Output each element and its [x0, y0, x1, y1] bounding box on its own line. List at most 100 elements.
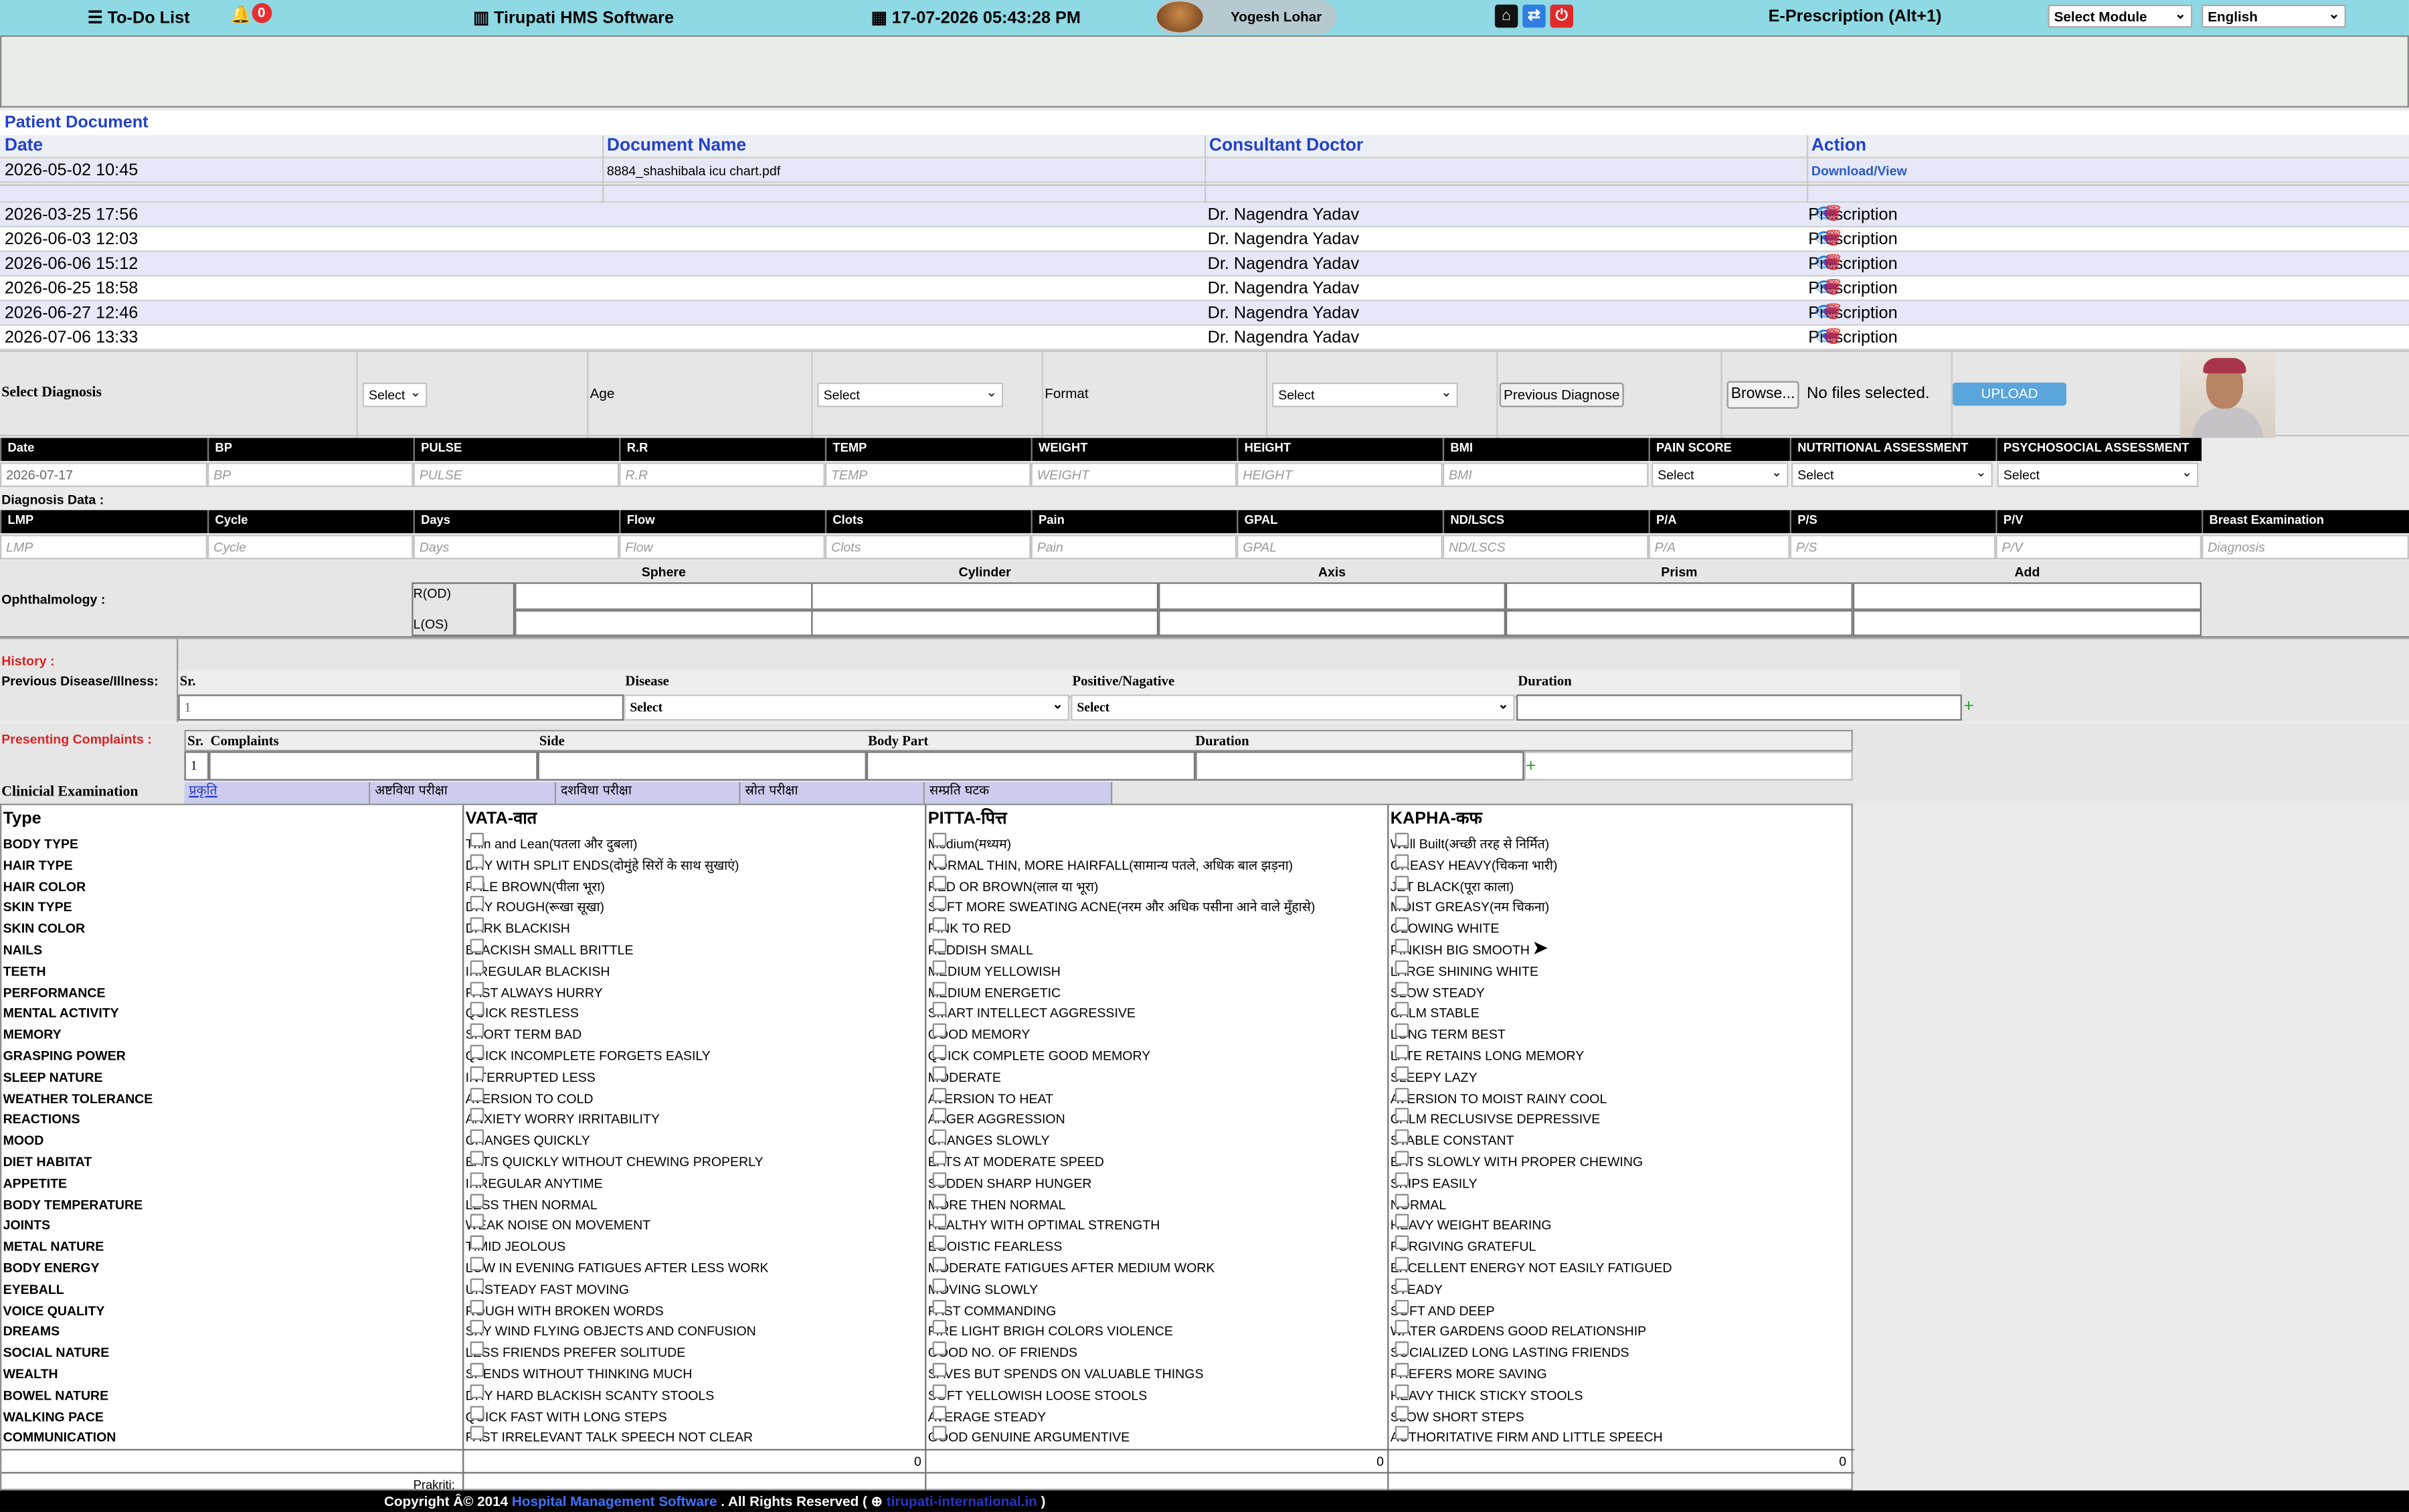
pain-score-select[interactable]: Select	[1652, 461, 1789, 488]
delete-icon[interactable]: 🗑	[1823, 301, 1843, 326]
diagnosis-select[interactable]: Select	[362, 381, 428, 407]
prakriti-checkbox[interactable]	[932, 1320, 947, 1335]
ophthalmology-rod-input[interactable]	[1158, 582, 1506, 610]
gyn-input[interactable]: P/V	[1995, 535, 2202, 559]
prakriti-checkbox[interactable]	[1395, 1171, 1409, 1186]
prakriti-checkbox[interactable]	[470, 1341, 484, 1356]
delete-icon[interactable]: 🗑	[1823, 203, 1843, 227]
language-select[interactable]: English	[2202, 3, 2346, 28]
prakriti-checkbox[interactable]	[1395, 1108, 1409, 1123]
gyn-input[interactable]: GPAL	[1237, 535, 1443, 559]
tab-dashavidha[interactable]: दशविधा परीक्षा	[556, 782, 741, 804]
prakriti-checkbox[interactable]	[1395, 1087, 1409, 1101]
footer-site-link[interactable]: tirupati-international.in	[887, 1493, 1037, 1509]
prakriti-checkbox[interactable]	[470, 939, 484, 953]
ophthalmology-los-input[interactable]	[1158, 609, 1506, 636]
todo-link[interactable]: ☰ To-Do List	[88, 7, 190, 28]
complaint-duration-input[interactable]	[1195, 751, 1524, 781]
prakriti-checkbox[interactable]	[470, 832, 484, 847]
prakriti-checkbox[interactable]	[1395, 981, 1409, 996]
prakriti-checkbox[interactable]	[932, 981, 947, 996]
tab-samprati[interactable]: सम्प्रति घटक	[925, 782, 1113, 804]
prakriti-checkbox[interactable]	[1395, 1426, 1409, 1440]
prakriti-checkbox[interactable]	[470, 1426, 484, 1440]
switch-icon[interactable]: ⇄	[1522, 4, 1546, 28]
gyn-input[interactable]: P/A	[1648, 535, 1790, 559]
prakriti-checkbox[interactable]	[932, 875, 947, 889]
prakriti-checkbox[interactable]	[932, 1426, 947, 1440]
bmi-input[interactable]: BMI	[1442, 462, 1649, 488]
prakriti-checkbox[interactable]	[1395, 959, 1409, 974]
footer-link[interactable]: Hospital Management Software	[512, 1493, 717, 1509]
prakriti-checkbox[interactable]	[1395, 939, 1409, 953]
prakriti-checkbox[interactable]	[1395, 1129, 1409, 1144]
prakriti-checkbox[interactable]	[932, 1405, 947, 1420]
prakriti-checkbox[interactable]	[470, 1214, 484, 1228]
prakriti-checkbox[interactable]	[1395, 1235, 1409, 1250]
history-sr-input[interactable]: 1	[178, 694, 624, 721]
prakriti-checkbox[interactable]	[470, 1363, 484, 1377]
prakriti-checkbox[interactable]	[470, 981, 484, 996]
module-select[interactable]: Select Module	[2048, 3, 2193, 28]
eprescription-link[interactable]: E-Prescription (Alt+1)	[1769, 7, 1942, 26]
prakriti-checkbox[interactable]	[470, 1108, 484, 1123]
prakriti-checkbox[interactable]	[932, 1044, 947, 1059]
gyn-input[interactable]: Flow	[619, 535, 825, 559]
delete-icon[interactable]: 🗑	[1823, 276, 1843, 301]
prakriti-checkbox[interactable]	[1395, 1151, 1409, 1165]
prakriti-checkbox[interactable]	[470, 1044, 484, 1059]
prakriti-checkbox[interactable]	[1395, 1024, 1409, 1038]
browse-button[interactable]: Browse...	[1726, 381, 1799, 409]
gyn-input[interactable]: LMP	[0, 535, 207, 559]
prakriti-checkbox[interactable]	[932, 1235, 947, 1250]
ophthalmology-rod-input[interactable]	[811, 582, 1159, 610]
prakriti-checkbox[interactable]	[932, 1278, 947, 1293]
prakriti-checkbox[interactable]	[932, 1256, 947, 1271]
prakriti-checkbox[interactable]	[470, 959, 484, 974]
delete-icon[interactable]: 🗑	[1823, 227, 1843, 252]
prakriti-checkbox[interactable]	[470, 1256, 484, 1271]
prakriti-checkbox[interactable]	[1395, 1278, 1409, 1293]
upload-button[interactable]: UPLOAD	[1953, 382, 2066, 406]
height-input[interactable]: HEIGHT	[1237, 462, 1443, 488]
prakriti-checkbox[interactable]	[470, 1087, 484, 1101]
prakriti-checkbox[interactable]	[1395, 1066, 1409, 1080]
power-icon[interactable]: ⏻	[1550, 4, 1574, 28]
prakriti-checkbox[interactable]	[470, 1002, 484, 1017]
format-select[interactable]: Select	[1272, 381, 1458, 407]
prakriti-checkbox[interactable]	[1395, 1193, 1409, 1208]
posneg-select[interactable]: Select	[1071, 693, 1515, 721]
prakriti-checkbox[interactable]	[932, 959, 947, 974]
prakriti-checkbox[interactable]	[1395, 1299, 1409, 1313]
prakriti-checkbox[interactable]	[1395, 1405, 1409, 1420]
ophthalmology-los-input[interactable]	[515, 609, 813, 636]
tab-prakriti[interactable]: प्रकृति	[184, 782, 371, 804]
ophthalmology-rod-input[interactable]	[1852, 582, 2202, 610]
prakriti-checkbox[interactable]	[1395, 832, 1409, 847]
prakriti-checkbox[interactable]	[470, 1129, 484, 1144]
prakriti-checkbox[interactable]	[1395, 896, 1409, 911]
prakriti-checkbox[interactable]	[470, 1235, 484, 1250]
prakriti-checkbox[interactable]	[932, 1341, 947, 1356]
complaint-input[interactable]	[209, 751, 538, 781]
tab-ashtavidha[interactable]: अष्टविधा परीक्षा	[370, 782, 557, 804]
gyn-input[interactable]: Days	[413, 535, 620, 559]
body-part-input[interactable]	[866, 751, 1196, 781]
prakriti-checkbox[interactable]	[932, 917, 947, 932]
prakriti-checkbox[interactable]	[932, 832, 947, 847]
ophthalmology-los-input[interactable]	[1505, 609, 1853, 636]
pulse-input[interactable]: PULSE	[413, 462, 620, 488]
prakriti-checkbox[interactable]	[932, 1151, 947, 1165]
prakriti-checkbox[interactable]	[932, 939, 947, 953]
gyn-input[interactable]: Cycle	[207, 535, 414, 559]
prakriti-checkbox[interactable]	[470, 875, 484, 889]
notifications[interactable]: 🔔 0	[230, 3, 272, 25]
prakriti-checkbox[interactable]	[932, 896, 947, 911]
prakriti-checkbox[interactable]	[932, 1384, 947, 1398]
weight-input[interactable]: WEIGHT	[1031, 462, 1237, 488]
prakriti-checkbox[interactable]	[1395, 854, 1409, 868]
home-icon[interactable]: ⌂	[1494, 4, 1518, 28]
add-complaint-icon[interactable]: +	[1526, 755, 1536, 777]
prakriti-checkbox[interactable]	[932, 1108, 947, 1123]
prakriti-checkbox[interactable]	[1395, 875, 1409, 889]
